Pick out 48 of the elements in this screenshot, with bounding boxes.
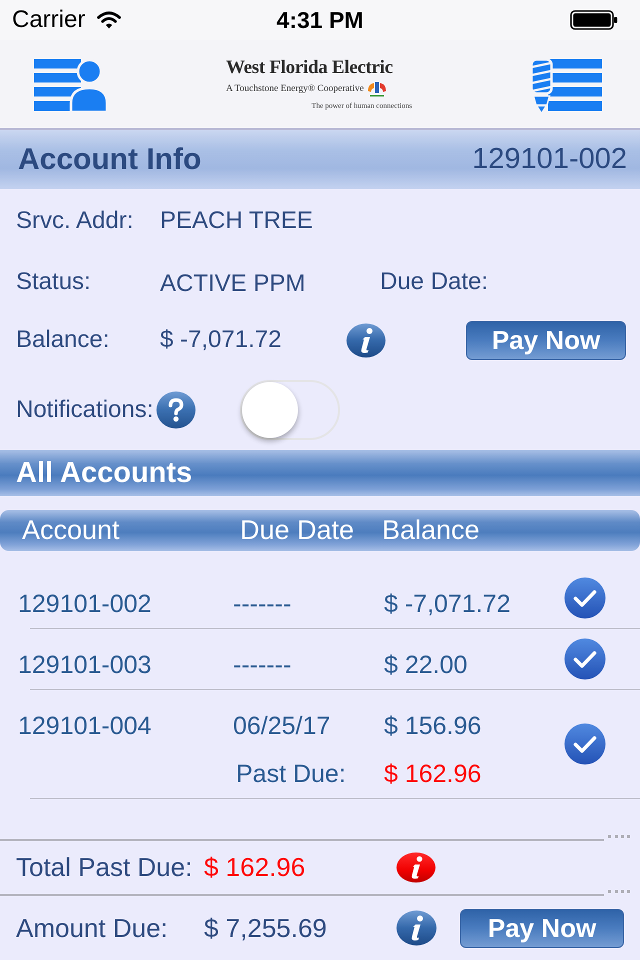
account-cell-text: 129101-003 bbox=[18, 650, 152, 680]
amount-due-label: Amount Due: bbox=[16, 912, 169, 944]
balance-cell-text: $ 156.96 bbox=[384, 712, 482, 740]
column-header: Account bbox=[22, 515, 121, 546]
info-icon[interactable] bbox=[396, 852, 436, 883]
checkbox[interactable] bbox=[564, 577, 606, 619]
status-time: 4:31 PM bbox=[276, 6, 364, 34]
field-label: Due Date: bbox=[380, 268, 488, 296]
section-title: Account Info bbox=[18, 142, 202, 176]
field-value: ACTIVE PPM bbox=[160, 270, 306, 298]
pay-now-button[interactable]: Pay Now bbox=[460, 908, 624, 948]
info-icon[interactable] bbox=[396, 910, 437, 946]
battery-icon bbox=[570, 10, 618, 30]
past-due-label: Past Due: bbox=[235, 760, 347, 788]
checkbox[interactable] bbox=[564, 723, 606, 765]
due-date-cell-text: 06/25/17 bbox=[233, 712, 332, 740]
field-label: Balance: bbox=[16, 326, 110, 354]
past-due-amount: $ 162.96 bbox=[384, 760, 482, 788]
checkbox[interactable] bbox=[564, 638, 606, 680]
field-value: $ -7,071.72 bbox=[160, 326, 282, 354]
field-label: Notifications: bbox=[16, 396, 154, 424]
account-number: 129101-002 bbox=[472, 143, 627, 176]
amount-due-value: $ 7,255.69 bbox=[204, 912, 328, 944]
total-past-due-label: Total Past Due: bbox=[16, 852, 194, 883]
notifications-switch[interactable] bbox=[240, 380, 340, 440]
wifi-icon bbox=[97, 11, 122, 29]
field-label: Srvc. Addr: bbox=[16, 207, 134, 235]
info-icon[interactable] bbox=[346, 322, 386, 358]
due-date-cell-text: ------- bbox=[233, 590, 292, 618]
carrier-name: Carrier bbox=[12, 6, 86, 34]
due-date-cell-text: ------- bbox=[233, 650, 292, 680]
section-title: All Accounts bbox=[16, 456, 192, 490]
balance-cell-text: $ 22.00 bbox=[384, 650, 468, 680]
field-value: PEACH TREE bbox=[160, 207, 313, 235]
column-header: Due Date bbox=[240, 515, 356, 546]
account-cell-text: 129101-004 bbox=[18, 712, 152, 740]
help-icon[interactable] bbox=[156, 391, 196, 429]
field-label: Status: bbox=[16, 268, 92, 296]
logo-tagline: A Touchstone Energy® Cooperative bbox=[226, 83, 364, 96]
person-list-icon[interactable] bbox=[34, 58, 108, 112]
total-past-due-amount: $ 162.96 bbox=[204, 852, 306, 883]
account-cell-text: 129101-002 bbox=[18, 590, 152, 618]
logo-title: West Florida Electric bbox=[226, 57, 394, 79]
balance-cell-text: $ -7,071.72 bbox=[384, 590, 512, 618]
emblem-icon bbox=[366, 81, 388, 97]
column-header: Balance bbox=[382, 515, 481, 546]
bulb-list-icon[interactable] bbox=[530, 58, 602, 112]
pay-now-button[interactable]: Pay Now bbox=[466, 320, 626, 360]
